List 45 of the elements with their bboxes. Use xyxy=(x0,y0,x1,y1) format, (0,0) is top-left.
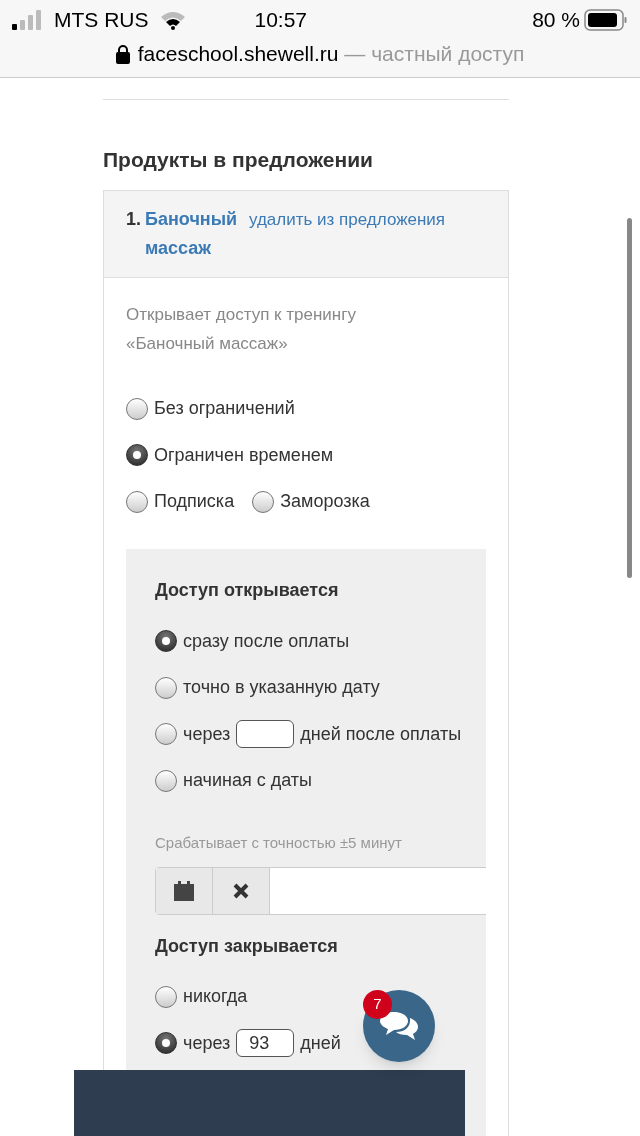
radio-button[interactable] xyxy=(155,630,177,653)
chat-icon xyxy=(380,1010,418,1042)
radio-button[interactable] xyxy=(126,490,148,513)
close-icon xyxy=(233,882,249,899)
carrier-name: MTS RUS xyxy=(54,7,149,34)
option-label: Ограничен временем xyxy=(154,443,334,467)
battery-percent: 80 % xyxy=(532,7,580,34)
panel-heading: Доступ открывается xyxy=(155,579,340,602)
radio-button[interactable] xyxy=(155,985,177,1008)
option-label: Заморозка xyxy=(280,490,370,514)
hint-text: Срабатывает с точностью ±5 минут xyxy=(155,833,403,853)
option-label: никогда xyxy=(183,985,248,1009)
product-description: Открывает доступ к тренингу «Баночный массаж» xyxy=(126,303,357,355)
url-domain: faceschool.shewell.ru xyxy=(137,42,339,66)
option-label: начиная с даты xyxy=(183,769,312,793)
product-number: 1. xyxy=(126,207,141,231)
calendar-button[interactable] xyxy=(156,867,213,914)
clear-button[interactable] xyxy=(213,867,270,914)
option-label: Подписка xyxy=(154,490,235,514)
option-label: точно в указанную дату xyxy=(183,676,380,700)
radio-button[interactable] xyxy=(126,444,148,467)
radio-button[interactable] xyxy=(252,490,275,513)
radio-button[interactable] xyxy=(126,397,148,420)
section-title: Продукты в предложении xyxy=(103,147,374,173)
url-suffix: — частный доступ xyxy=(344,42,525,66)
radio-button[interactable] xyxy=(155,676,177,699)
option-label: Без ограничений xyxy=(154,397,295,421)
option-label: через xyxy=(183,1031,231,1055)
radio-button[interactable] xyxy=(155,769,177,792)
lock-icon xyxy=(115,44,130,64)
panel-heading: Доступ закрывается xyxy=(155,934,339,958)
option-label: дней xyxy=(300,1031,341,1055)
option-label: дней после оплаты xyxy=(300,722,462,746)
days-field[interactable]: 93 xyxy=(236,1029,295,1058)
radio-button[interactable] xyxy=(155,1032,177,1055)
calendar-icon xyxy=(174,880,194,901)
option-label: сразу после оплаты xyxy=(183,629,350,653)
clock-time: 10:57 xyxy=(254,7,308,34)
remove-link[interactable]: удалить из предложения xyxy=(249,204,446,234)
product-name-link[interactable]: Баночный массаж xyxy=(145,204,241,263)
date-field[interactable] xyxy=(155,866,486,915)
option-label: через xyxy=(183,722,231,746)
battery-icon xyxy=(584,9,628,31)
days-field[interactable] xyxy=(236,720,295,749)
radio-button[interactable] xyxy=(155,723,177,746)
